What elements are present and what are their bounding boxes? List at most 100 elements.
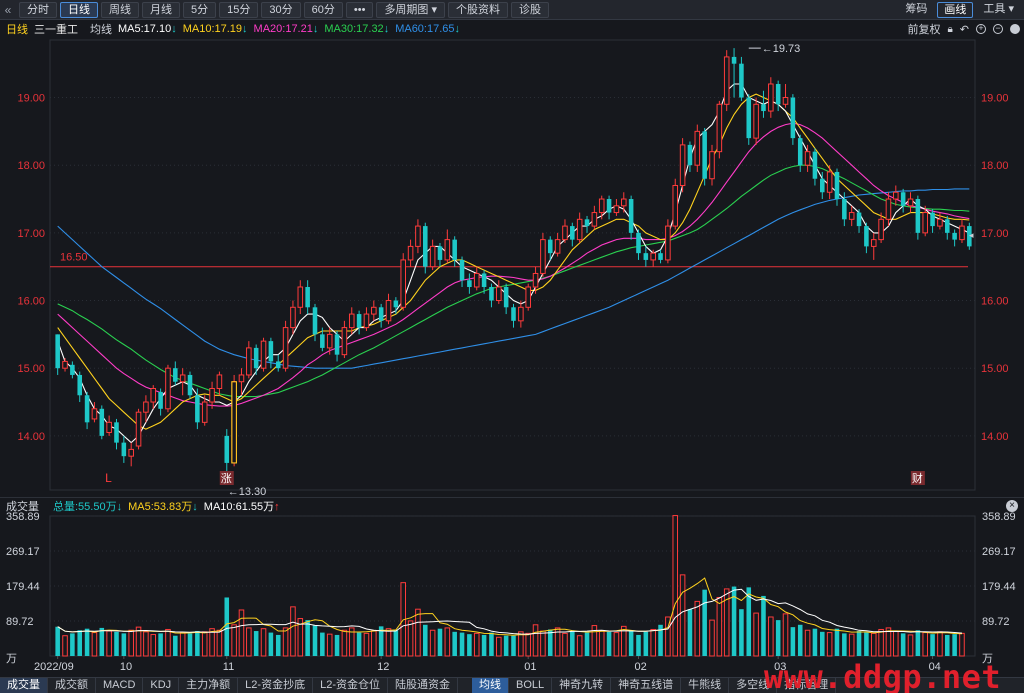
candle-body[interactable] [739, 63, 744, 98]
candle-body[interactable] [437, 246, 443, 260]
candle-body[interactable] [525, 286, 531, 308]
toolbar-right-button[interactable]: 画线 [937, 2, 974, 18]
candle-body[interactable] [907, 198, 914, 207]
candle-body[interactable] [201, 401, 208, 423]
volume-bar[interactable] [768, 616, 774, 657]
volume-bar[interactable] [532, 624, 539, 657]
candle-body[interactable] [62, 360, 68, 369]
volume-bar[interactable] [804, 629, 811, 657]
volume-bar[interactable] [363, 632, 370, 657]
candle-body[interactable] [650, 252, 656, 261]
kline-chart[interactable]: 19.00 19.00 18.00 18.00 17.00 17.00 16.00 16.00… [0, 38, 1024, 677]
indicator-tab[interactable]: 成交量 [0, 677, 48, 693]
volume-bar[interactable] [511, 635, 516, 656]
candle-body[interactable] [723, 56, 730, 105]
lock-icon[interactable]: 🔒︎ [947, 24, 952, 35]
volume-bar[interactable] [540, 630, 546, 657]
candle-body[interactable] [422, 226, 428, 267]
close-icon[interactable]: × [1006, 500, 1018, 512]
volume-bar[interactable] [467, 634, 472, 656]
candle-body[interactable] [842, 199, 847, 220]
candle-body[interactable] [959, 225, 965, 241]
candle-body[interactable] [864, 226, 869, 247]
candle-body[interactable] [459, 259, 465, 281]
candle-body[interactable] [782, 97, 789, 105]
volume-bar[interactable] [179, 632, 186, 657]
candle-body[interactable] [385, 300, 392, 322]
period-button[interactable]: 60分 [303, 1, 343, 18]
candle-body[interactable] [804, 151, 811, 166]
candle-body[interactable] [753, 103, 759, 139]
volume-bar[interactable] [290, 606, 296, 657]
volume-bar[interactable] [937, 631, 943, 657]
candle-body[interactable] [761, 104, 766, 112]
candle-body[interactable] [930, 212, 935, 227]
volume-bar[interactable] [444, 627, 451, 657]
candle-body[interactable] [636, 232, 641, 254]
candle-body[interactable] [173, 368, 178, 382]
volume-bar[interactable] [312, 625, 318, 656]
volume-bar[interactable] [739, 609, 744, 656]
candle-body[interactable] [628, 199, 634, 233]
candle-body[interactable] [282, 327, 289, 369]
volume-bar[interactable] [790, 627, 796, 656]
candle-body[interactable] [591, 212, 598, 227]
volume-bar[interactable] [775, 620, 781, 656]
candle-body[interactable] [91, 408, 98, 420]
candle-body[interactable] [290, 306, 296, 329]
volume-bar[interactable] [650, 628, 656, 657]
candle-body[interactable] [952, 232, 957, 240]
double-chevron-left-icon[interactable]: « [0, 3, 16, 17]
volume-bar[interactable] [834, 628, 840, 656]
volume-bar[interactable] [282, 627, 289, 657]
volume-bar[interactable] [826, 632, 833, 657]
candle-body[interactable] [826, 171, 833, 193]
volume-bar[interactable] [915, 630, 921, 656]
volume-bar[interactable] [518, 631, 524, 657]
volume-bar[interactable] [496, 636, 502, 657]
candle-body[interactable] [121, 442, 127, 457]
candle-body[interactable] [150, 387, 157, 403]
volume-bar[interactable] [173, 635, 178, 656]
volume-bar[interactable] [135, 626, 142, 657]
candle-body[interactable] [900, 192, 906, 206]
volume-bar[interactable] [158, 633, 163, 656]
indicator-tab[interactable]: 神奇九转 [552, 677, 612, 693]
volume-bar[interactable] [437, 628, 443, 656]
candle-body[interactable] [99, 408, 105, 436]
volume-bar[interactable] [429, 629, 436, 657]
volume-bar[interactable] [238, 609, 245, 657]
indicator-tab[interactable]: 神奇五线谱 [611, 677, 682, 693]
volume-bar[interactable] [870, 632, 877, 657]
candle-body[interactable] [452, 239, 457, 260]
volume-bar[interactable] [70, 633, 75, 656]
candle-body[interactable] [856, 212, 862, 227]
candle-body[interactable] [473, 272, 480, 288]
undo-icon[interactable]: ↶ [960, 23, 969, 36]
volume-bar[interactable] [473, 632, 480, 657]
volume-bar[interactable] [356, 632, 362, 656]
volume-bar[interactable] [864, 632, 869, 656]
volume-bar[interactable] [187, 633, 193, 656]
volume-bar[interactable] [91, 632, 98, 657]
volume-bar[interactable] [334, 634, 340, 656]
volume-bar[interactable] [900, 633, 906, 656]
volume-bar[interactable] [856, 631, 862, 656]
period-button[interactable]: 分时 [19, 1, 57, 18]
period-button[interactable]: 多周期图 ▾ [376, 1, 446, 18]
candle-body[interactable] [363, 313, 370, 329]
volume-bar[interactable] [143, 631, 149, 657]
candle-body[interactable] [621, 198, 627, 207]
period-button[interactable]: 诊股 [511, 1, 550, 18]
volume-bar[interactable] [687, 609, 693, 656]
candle-body[interactable] [870, 239, 877, 247]
candle-body[interactable] [562, 225, 568, 241]
candle-body[interactable] [489, 286, 494, 301]
candle-body[interactable] [246, 347, 252, 376]
candle-body[interactable] [679, 144, 686, 186]
volume-bar[interactable] [952, 634, 957, 656]
volume-bar[interactable] [570, 631, 575, 656]
candle-body[interactable] [231, 381, 237, 464]
volume-bar[interactable] [636, 634, 641, 656]
period-button[interactable]: 15分 [219, 1, 259, 18]
